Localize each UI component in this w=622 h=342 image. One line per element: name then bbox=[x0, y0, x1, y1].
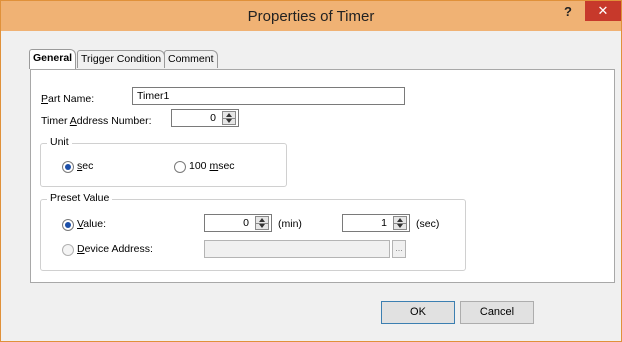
timer-address-stepper[interactable]: 0 bbox=[171, 109, 239, 127]
general-panel: Part Name: Timer1 Timer Address Number: … bbox=[30, 69, 615, 283]
device-address-label[interactable]: Device Address: bbox=[77, 243, 153, 255]
spin-buttons[interactable] bbox=[393, 216, 407, 230]
cancel-button[interactable]: Cancel bbox=[460, 301, 534, 324]
preset-sec-unit: (sec) bbox=[416, 218, 440, 230]
help-button[interactable]: ? bbox=[559, 4, 577, 22]
tab-comment[interactable]: Comment bbox=[164, 50, 218, 68]
preset-value-radio[interactable] bbox=[62, 219, 74, 231]
unit-sec-radio[interactable] bbox=[62, 161, 74, 173]
device-address-browse-button[interactable]: ... bbox=[392, 240, 406, 258]
title-bar[interactable]: Properties of Timer ? ✕ bbox=[1, 1, 621, 31]
preset-min-unit: (min) bbox=[278, 218, 302, 230]
timer-properties-dialog: Properties of Timer ? ✕ General Trigger … bbox=[0, 0, 622, 342]
unit-group: Unit sec 100 msec bbox=[40, 136, 287, 187]
preset-sec-value: 1 bbox=[381, 217, 387, 229]
spin-buttons[interactable] bbox=[222, 111, 236, 125]
preset-min-value: 0 bbox=[243, 217, 249, 229]
timer-address-label: Timer Address Number: bbox=[41, 115, 152, 127]
spin-buttons[interactable] bbox=[255, 216, 269, 230]
part-name-label: Part Name: bbox=[41, 93, 95, 105]
device-address-input[interactable] bbox=[204, 240, 390, 258]
device-address-radio[interactable] bbox=[62, 244, 74, 256]
timer-address-value: 0 bbox=[210, 112, 216, 124]
ok-button[interactable]: OK bbox=[381, 301, 455, 324]
unit-100msec-radio[interactable] bbox=[174, 161, 186, 173]
tab-trigger-condition[interactable]: Trigger Condition bbox=[77, 50, 166, 68]
unit-sec-label[interactable]: sec bbox=[77, 160, 93, 172]
unit-group-title: Unit bbox=[47, 136, 72, 148]
preset-value-label[interactable]: Value: bbox=[77, 218, 106, 230]
tab-general[interactable]: General bbox=[29, 49, 77, 69]
window-title: Properties of Timer bbox=[247, 8, 375, 25]
part-name-input[interactable]: Timer1 bbox=[132, 87, 405, 105]
close-button[interactable]: ✕ bbox=[585, 1, 621, 21]
preset-group-title: Preset Value bbox=[47, 192, 113, 204]
preset-sec-stepper[interactable]: 1 bbox=[342, 214, 410, 232]
preset-value-group: Preset Value Value: 0 (min) 1 (sec) Devi… bbox=[40, 192, 466, 271]
unit-100msec-label[interactable]: 100 msec bbox=[189, 160, 235, 172]
preset-min-stepper[interactable]: 0 bbox=[204, 214, 272, 232]
